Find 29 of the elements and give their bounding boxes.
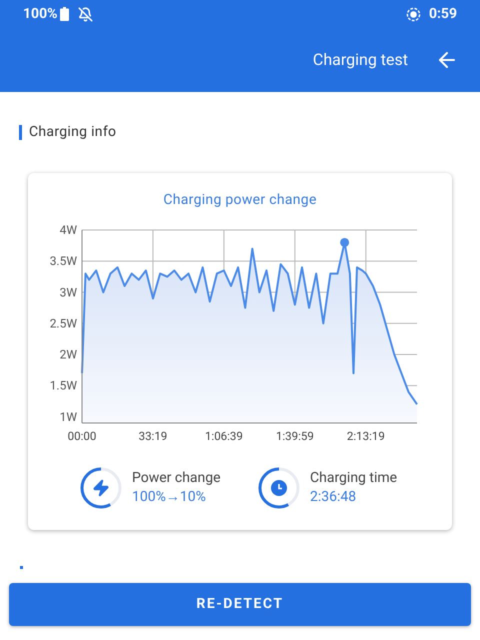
x-axis-label: 1:39:59 (276, 429, 314, 443)
clock-time: 0:59 (428, 4, 457, 24)
x-axis-label: 2:13:19 (346, 429, 385, 443)
battery-percentage: 100% (23, 4, 58, 24)
stat-label: Power change (132, 469, 221, 488)
section-title: Charging info (29, 123, 116, 142)
section-marker (20, 566, 23, 569)
x-axis-label: 33:19 (138, 429, 168, 443)
clock-icon (271, 480, 287, 496)
y-axis-label: 4W (60, 223, 77, 237)
y-axis-label: 2W (60, 348, 77, 362)
y-axis-label: 2.5W (50, 316, 77, 330)
record-icon (406, 6, 421, 22)
y-axis-label: 3W (60, 285, 77, 300)
stat-value: 2:36:48 (310, 488, 358, 507)
stat-value: 100%→10% (132, 488, 207, 507)
y-axis-label: 1W (60, 410, 77, 424)
section-marker (19, 125, 22, 140)
redetect-button[interactable]: RE-DETECT (9, 583, 471, 626)
x-axis-label: 00:00 (68, 429, 96, 443)
y-axis-label: 3.5W (50, 254, 77, 268)
battery-icon (60, 7, 70, 21)
page-title: Charging test (312, 49, 408, 71)
stat-label: Charging time (310, 469, 398, 488)
lightning-icon (92, 479, 110, 497)
x-axis-label: 1:06:39 (204, 429, 243, 443)
bell-off-icon (78, 6, 94, 22)
y-axis-label: 1.5W (50, 378, 77, 393)
chart-title: Charging power change (163, 191, 317, 210)
